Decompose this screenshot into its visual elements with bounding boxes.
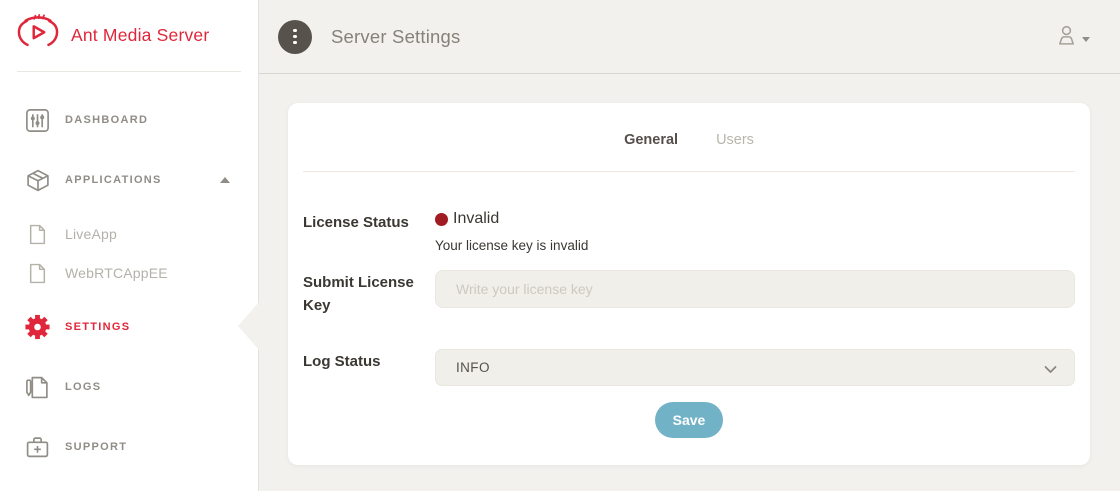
license-key-label: Submit License Key — [303, 270, 435, 318]
sidebar-item-label: LiveApp — [65, 226, 117, 242]
log-status-row: Log Status INFO — [303, 349, 1075, 386]
tab-users[interactable]: Users — [714, 128, 756, 152]
server-settings-card: General Users License Status Invalid You… — [288, 103, 1090, 465]
kebab-dot — [293, 41, 297, 45]
user-menu-button[interactable] — [1055, 24, 1090, 50]
top-bar: Server Settings — [259, 0, 1120, 74]
sidebar-divider — [17, 71, 241, 72]
sidebar-item-settings[interactable]: SETTINGS — [0, 305, 258, 349]
sidebar-item-dashboard[interactable]: DASHBOARD — [0, 100, 258, 140]
sidebar-item-applications[interactable]: APPLICATIONS — [0, 160, 258, 200]
sidebar-item-webrtcappee[interactable]: WebRTCAppEE — [0, 256, 258, 290]
support-icon — [24, 435, 51, 460]
license-status-description: Your license key is invalid — [435, 238, 1075, 253]
log-status-select[interactable]: INFO — [435, 349, 1075, 386]
save-button[interactable]: Save — [655, 402, 723, 438]
license-status-text: Invalid — [453, 210, 499, 228]
box-icon — [24, 168, 51, 193]
gear-icon — [24, 313, 51, 341]
caret-down-icon — [1082, 37, 1090, 42]
tab-divider — [303, 171, 1075, 172]
file-icon — [28, 224, 47, 245]
save-row: Save — [303, 402, 1075, 438]
app-window: Ant Media Server DASHBOARD — [0, 0, 1120, 491]
sidebar-item-label: WebRTCAppEE — [65, 265, 168, 281]
ant-media-logo-icon — [14, 13, 62, 58]
user-icon — [1055, 24, 1078, 50]
tab-general[interactable]: General — [622, 128, 680, 152]
settings-form: License Status Invalid Your license key … — [288, 210, 1090, 438]
brand-name: Ant Media Server — [71, 25, 209, 46]
active-item-notch — [238, 302, 259, 350]
log-status-label: Log Status — [303, 349, 435, 373]
sidebar-item-label: SETTINGS — [65, 321, 130, 333]
license-key-row: Submit License Key — [303, 270, 1075, 318]
sidebar-item-label: APPLICATIONS — [65, 174, 162, 186]
sidebar-item-label: SUPPORT — [65, 441, 127, 453]
collapse-up-icon[interactable] — [220, 177, 230, 183]
file-icon — [28, 263, 47, 284]
brand-logo[interactable]: Ant Media Server — [0, 0, 258, 71]
kebab-menu-button[interactable] — [278, 20, 312, 54]
sidebar: Ant Media Server DASHBOARD — [0, 0, 259, 491]
sidebar-item-logs[interactable]: LOGS — [0, 367, 258, 407]
sidebar-item-label: LOGS — [65, 381, 101, 393]
kebab-dot — [293, 35, 297, 39]
content-area: Server Settings General Users — [259, 0, 1120, 491]
kebab-dot — [293, 29, 297, 33]
status-dot-icon — [435, 213, 448, 226]
license-status-label: License Status — [303, 210, 435, 234]
page-title: Server Settings — [331, 26, 460, 48]
sidebar-item-liveapp[interactable]: LiveApp — [0, 217, 258, 251]
license-status-row: License Status Invalid Your license key … — [303, 210, 1075, 253]
sidebar-item-support[interactable]: SUPPORT — [0, 427, 258, 467]
license-status-value: Invalid — [435, 210, 1075, 228]
sidebar-item-label: DASHBOARD — [65, 114, 148, 126]
license-key-input[interactable] — [435, 270, 1075, 308]
logs-icon — [24, 375, 51, 400]
settings-tabs: General Users — [288, 103, 1090, 152]
sidebar-nav: DASHBOARD APPLICATIONS — [0, 100, 258, 467]
sliders-icon — [24, 108, 51, 133]
